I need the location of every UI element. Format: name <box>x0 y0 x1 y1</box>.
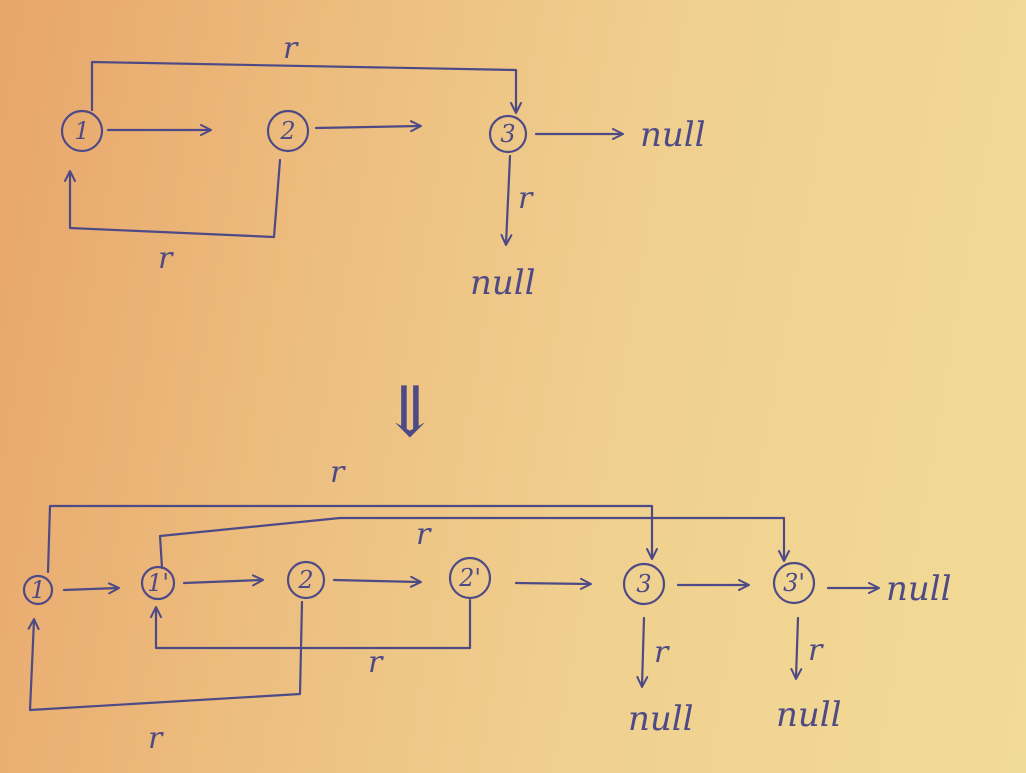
bottom-node-3-label: 3 <box>636 570 651 598</box>
top-node-1-label: 1 <box>74 117 89 145</box>
bottom-random-arrow-1-3 <box>46 504 658 574</box>
top-next-arrow-2-3 <box>314 120 422 133</box>
top-node-2: 2 <box>266 109 310 153</box>
top-node-1: 1 <box>60 109 104 153</box>
bottom-node-1: 1 <box>22 574 54 606</box>
bottom-diagram: 1 1' 2 2' 3 3' null r r r r r null r nul… <box>22 455 952 756</box>
bottom-random-arrow-3p-null <box>790 616 803 680</box>
transform-arrow: ⇓ <box>381 371 440 453</box>
bottom-node-2-label: 2 <box>297 566 313 594</box>
bottom-random-arrow-3-null <box>636 616 649 688</box>
top-node-3: 3 <box>488 114 528 154</box>
bottom-random-label-3p-null: r <box>808 633 824 668</box>
top-null-down: null <box>470 263 536 303</box>
bottom-node-1-prime: 1' <box>140 565 176 601</box>
bottom-random-label-1-3: r <box>330 455 346 490</box>
top-null-right: null <box>640 115 706 155</box>
bottom-random-label-1p-3p: r <box>416 517 432 552</box>
bottom-null-down-3p: null <box>776 695 842 735</box>
bottom-next-arrow-1p-2 <box>182 574 264 587</box>
top-random-label-3-null: r <box>518 181 534 216</box>
bottom-next-arrow-2-2p <box>332 575 422 588</box>
whiteboard-canvas: 1 2 3 null r r r null ⇓ 1 1' 2 2' 3 3' n… <box>0 0 1026 773</box>
top-random-arrow-2-1 <box>64 158 282 239</box>
bottom-random-arrow-2-1 <box>27 600 304 712</box>
bottom-next-arrow-2p-3 <box>514 577 592 590</box>
bottom-node-1-prime-label: 1' <box>147 569 169 597</box>
top-random-label-2-1: r <box>158 241 174 276</box>
top-random-arrow-1-3 <box>90 60 522 114</box>
bottom-node-3-prime-label: 3' <box>783 569 805 597</box>
bottom-node-3-prime: 3' <box>772 561 816 605</box>
bottom-node-2-prime: 2' <box>448 556 492 600</box>
bottom-random-label-3-null: r <box>654 635 670 670</box>
linked-list-diagram: 1 2 3 null r r r null ⇓ 1 1' 2 2' 3 3' n… <box>22 31 952 756</box>
bottom-random-arrow-1p-3p <box>158 516 790 570</box>
bottom-random-label-2p-1p: r <box>368 645 384 680</box>
top-diagram: 1 2 3 null r r r null <box>60 31 706 303</box>
top-node-3-label: 3 <box>500 120 515 148</box>
bottom-next-arrow-1-1p <box>62 582 120 595</box>
bottom-null-right: null <box>886 569 952 609</box>
bottom-node-3: 3 <box>622 562 666 606</box>
top-random-label-1-3: r <box>283 31 299 66</box>
bottom-node-2-prime-label: 2' <box>458 564 481 592</box>
top-random-arrow-3-null <box>500 154 513 246</box>
bottom-random-arrow-2p-1p <box>150 598 472 650</box>
bottom-node-1-label: 1 <box>30 576 45 604</box>
bottom-random-label-2-1: r <box>148 721 164 756</box>
bottom-null-down-3: null <box>628 699 694 739</box>
top-node-2-label: 2 <box>279 117 295 145</box>
bottom-node-2: 2 <box>286 560 326 600</box>
